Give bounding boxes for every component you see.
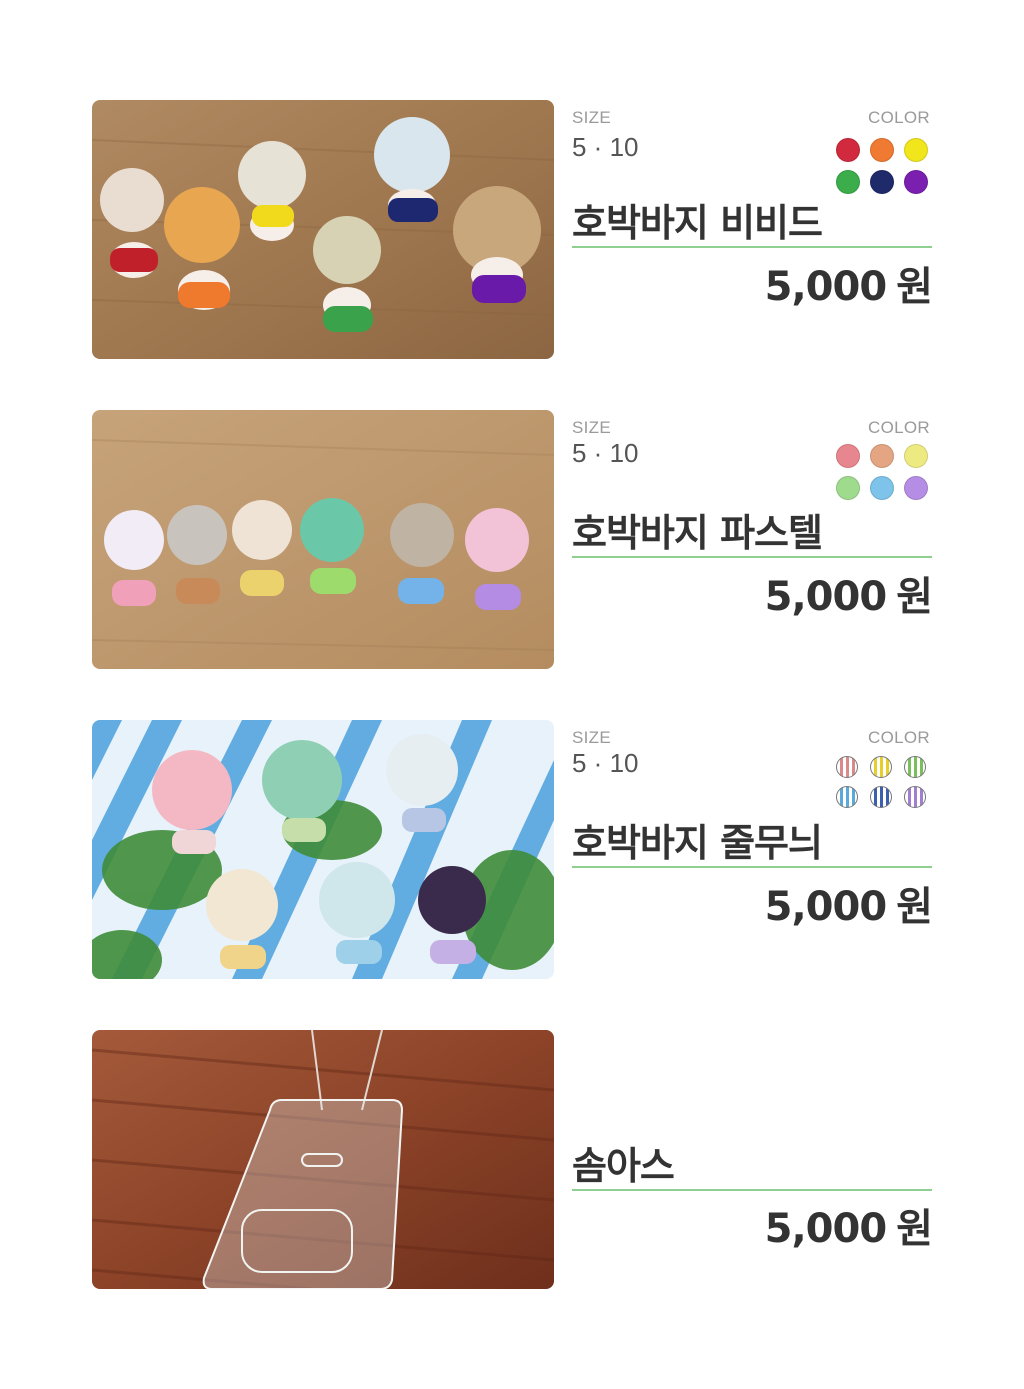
color-swatch[interactable] [870, 476, 894, 500]
price: 5,000 원 [764, 564, 933, 622]
product-photo [92, 720, 554, 979]
divider [572, 866, 932, 868]
color-label: COLOR [868, 418, 930, 437]
color-swatches [836, 138, 932, 194]
color-label: COLOR [868, 108, 930, 127]
size-value: 5 · 10 [572, 748, 639, 778]
product-card-pastel[interactable]: SIZE COLOR 5 · 10 호박바지 파스텔 5,000 원 [92, 410, 933, 670]
price-value: 5,000 [764, 1206, 888, 1252]
color-swatch[interactable] [904, 138, 928, 162]
product-info: SIZE COLOR 5 · 10 호박바지 파스텔 5,000 원 [572, 410, 933, 670]
color-swatch[interactable] [870, 170, 894, 194]
color-swatch[interactable] [870, 756, 892, 778]
color-label: COLOR [868, 728, 930, 747]
product-name: 호박바지 비비드 [572, 201, 823, 245]
size-value: 5 · 10 [572, 132, 639, 162]
price-currency: 원 [896, 1206, 933, 1252]
color-swatch[interactable] [836, 756, 858, 778]
color-swatch[interactable] [870, 444, 894, 468]
color-swatch[interactable] [836, 138, 860, 162]
color-swatch[interactable] [836, 786, 858, 808]
color-swatch[interactable] [904, 170, 928, 194]
price-value: 5,000 [764, 884, 888, 930]
color-swatch[interactable] [870, 786, 892, 808]
divider [572, 1189, 932, 1191]
size-label: SIZE [572, 728, 611, 747]
color-swatch[interactable] [904, 476, 928, 500]
product-card-stripe[interactable]: SIZE COLOR 5 · 10 호박바지 줄무늬 5,000 원 [92, 720, 933, 980]
product-card-vivid[interactable]: SIZE COLOR 5 · 10 호박바지 비비드 5,000 원 [92, 100, 933, 360]
price-currency: 원 [896, 264, 933, 310]
color-swatch[interactable] [836, 444, 860, 468]
product-name: 호박바지 줄무늬 [572, 821, 823, 865]
price-currency: 원 [896, 884, 933, 930]
product-photo [92, 410, 554, 669]
color-swatch[interactable] [904, 786, 926, 808]
product-name: 솜아스 [572, 1144, 675, 1188]
product-info: SIZE COLOR 5 · 10 호박바지 줄무늬 5,000 원 [572, 720, 933, 980]
color-swatch[interactable] [836, 476, 860, 500]
color-swatches [836, 444, 932, 500]
size-label: SIZE [572, 108, 611, 127]
price: 5,000 원 [764, 254, 933, 312]
product-photo [92, 1030, 554, 1289]
price-value: 5,000 [764, 574, 888, 620]
color-swatch[interactable] [870, 138, 894, 162]
divider [572, 556, 932, 558]
color-swatch[interactable] [904, 444, 928, 468]
size-value: 5 · 10 [572, 438, 639, 468]
product-info: SIZE COLOR 5 · 10 호박바지 비비드 5,000 원 [572, 100, 933, 360]
price: 5,000 원 [764, 1196, 933, 1254]
color-swatches [836, 756, 932, 808]
color-swatch[interactable] [904, 756, 926, 778]
color-swatch[interactable] [836, 170, 860, 194]
product-info: 솜아스 5,000 원 [572, 1030, 933, 1290]
size-label: SIZE [572, 418, 611, 437]
price: 5,000 원 [764, 874, 933, 932]
product-photo [92, 100, 554, 359]
price-value: 5,000 [764, 264, 888, 310]
price-currency: 원 [896, 574, 933, 620]
divider [572, 246, 932, 248]
product-name: 호박바지 파스텔 [572, 511, 823, 555]
product-card-acrylic-stand[interactable]: 솜아스 5,000 원 [92, 1030, 933, 1290]
